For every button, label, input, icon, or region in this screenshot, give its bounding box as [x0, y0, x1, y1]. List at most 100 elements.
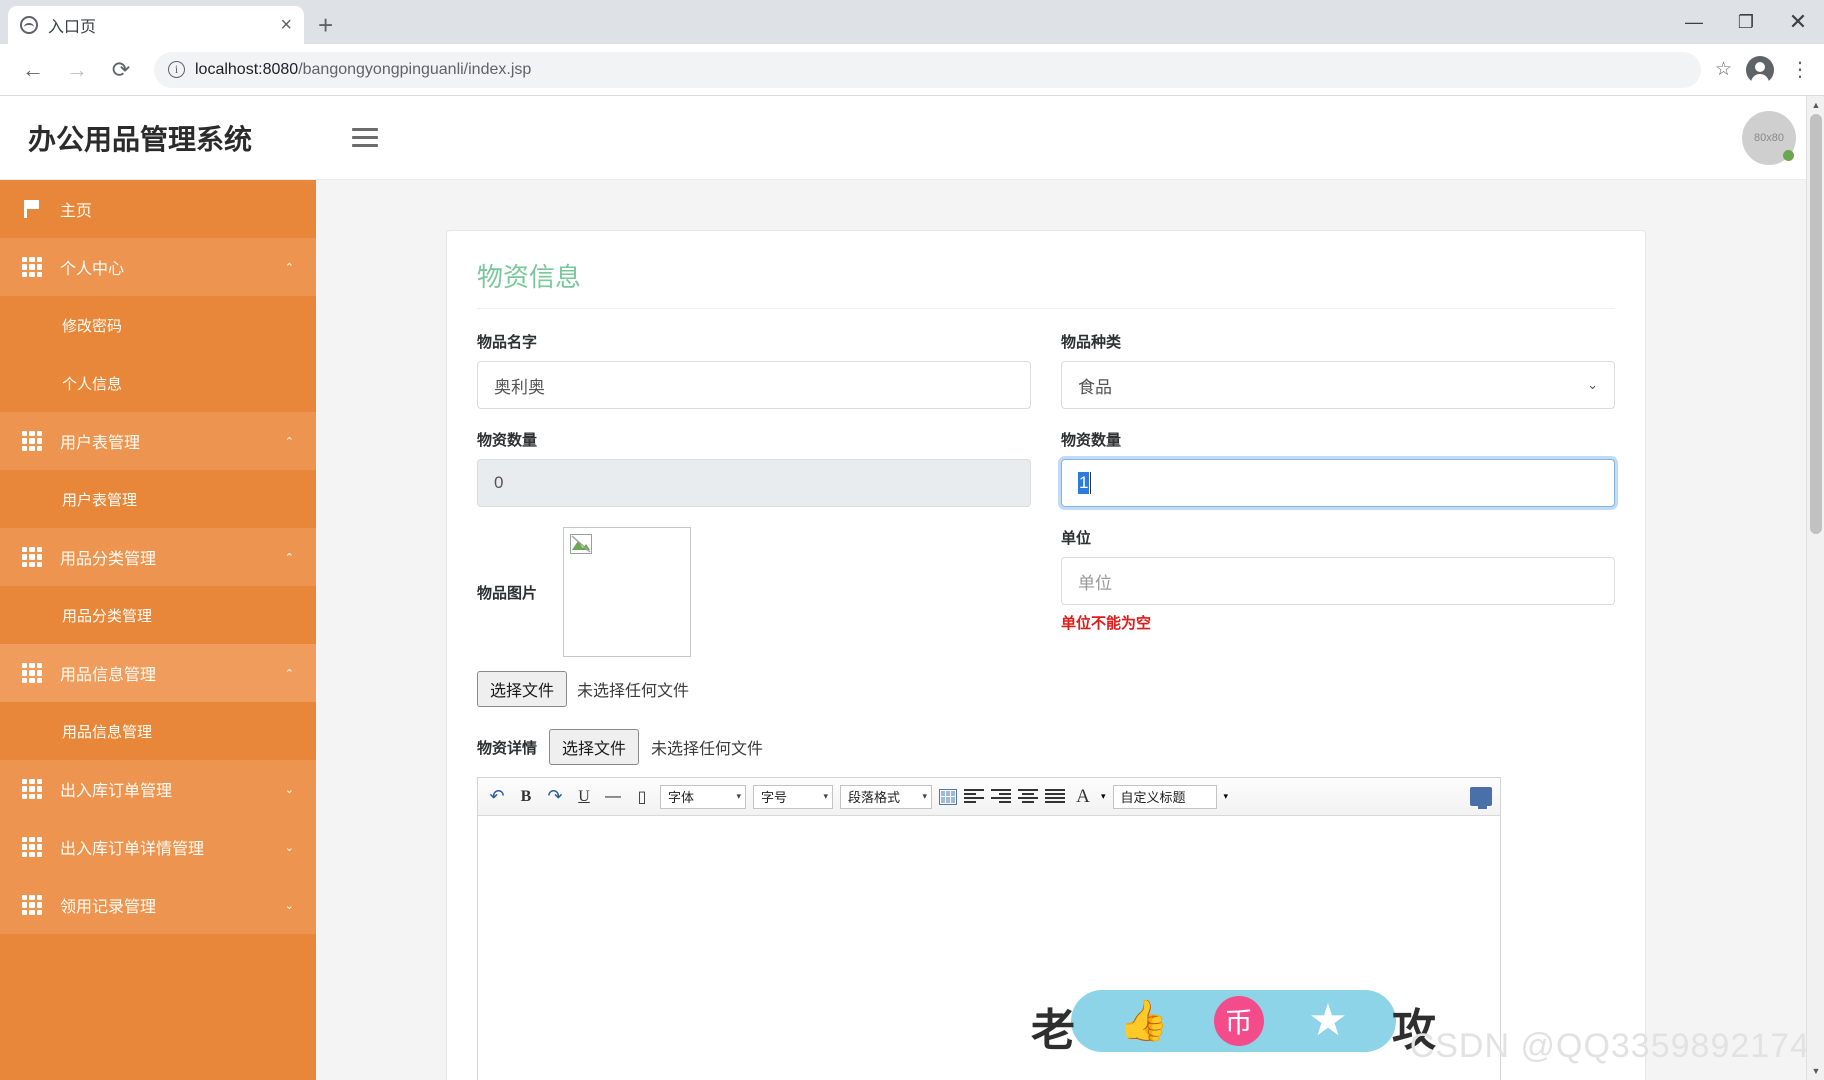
scrollbar-thumb[interactable]	[1810, 114, 1822, 534]
unit-input[interactable]: 单位	[1061, 557, 1615, 605]
detail-file-status-text: 未选择任何文件	[651, 741, 764, 758]
unit-error-message: 单位不能为空	[1061, 615, 1152, 632]
scroll-up-icon[interactable]: ▲	[1807, 96, 1824, 114]
new-tab-button[interactable]: +	[318, 12, 333, 44]
page-scrollbar[interactable]: ▲ ▼	[1806, 96, 1824, 1080]
minimize-icon[interactable]: —	[1668, 0, 1720, 44]
thumbs-up-icon[interactable]: 👍	[1119, 1001, 1169, 1041]
back-icon[interactable]: ←	[14, 51, 52, 89]
hamburger-icon[interactable]	[352, 128, 379, 147]
horizontal-rule-icon[interactable]: —	[602, 785, 624, 809]
url-host: localhost:8080	[195, 60, 299, 78]
sidebar-item-label: 用品分类管理	[60, 551, 157, 568]
field-quantity: 物资数量 1	[1061, 429, 1615, 507]
close-icon[interactable]: ×	[280, 15, 292, 35]
bookmark-star-icon[interactable]: ☆	[1715, 58, 1732, 81]
form-card: 物资信息 物品名字 奥利奥 物资数量 0 物品图片 选择文件 未选择任何文件 物…	[446, 230, 1646, 1080]
fullscreen-icon[interactable]	[1470, 787, 1492, 809]
scroll-down-icon[interactable]: ▼	[1807, 1062, 1824, 1080]
sidebar-item-9[interactable]: 用品信息管理	[0, 702, 316, 760]
sticker-left-text: 老	[1031, 1006, 1075, 1055]
sidebar: 主页 个人中心 ⌃ 修改密码 个人信息 用户表管理 ⌃ 用户表管理 用品分类管理 ⌃ 用品分类管理用…	[0, 180, 316, 1080]
item-name-input[interactable]: 奥利奥	[477, 361, 1031, 409]
info-icon[interactable]: i	[168, 61, 185, 78]
avatar[interactable]: 80x80	[1742, 110, 1796, 165]
field-stock: 物资数量 0	[477, 429, 1031, 507]
font-size-select[interactable]: 字号 ▾	[753, 784, 833, 809]
sidebar-item-10[interactable]: 出入库订单管理 ⌄	[0, 760, 316, 818]
flag-icon	[22, 199, 42, 219]
unit-label: 单位	[1061, 530, 1092, 547]
star-icon[interactable]: ★	[1308, 999, 1347, 1043]
close-window-icon[interactable]: ✕	[1772, 0, 1824, 44]
category-select[interactable]: 食品 ⌄	[1061, 361, 1615, 409]
paragraph-format-select[interactable]: 段落格式 ▾	[840, 784, 932, 809]
avatar-label: 80x80	[1754, 131, 1784, 144]
grid-icon	[22, 431, 42, 451]
profile-avatar-icon[interactable]	[1746, 55, 1774, 85]
detail-label: 物资详情	[477, 739, 538, 757]
page-icon[interactable]: ▯	[631, 785, 653, 809]
online-status-dot	[1783, 149, 1794, 161]
sidebar-item-label: 用品信息管理	[62, 723, 153, 741]
window-controls: — ❐ ✕	[1668, 0, 1824, 44]
font-color-dropdown-icon[interactable]: ▾	[1101, 791, 1106, 802]
sidebar-item-label: 用品分类管理	[62, 607, 153, 625]
sidebar-item-2[interactable]: 修改密码	[0, 296, 316, 354]
chevron-down-icon: ▾	[922, 791, 927, 801]
sidebar-item-0[interactable]: 主页	[0, 180, 316, 238]
address-bar[interactable]: i localhost:8080/bangongyongpinguanli/in…	[154, 51, 1701, 88]
forward-icon[interactable]: →	[58, 51, 96, 89]
align-left-icon[interactable]	[964, 789, 984, 804]
font-family-select[interactable]: 字体 ▾	[660, 784, 746, 809]
chevron-up-icon: ⌃	[284, 551, 294, 564]
font-color-icon[interactable]: A	[1072, 785, 1094, 809]
choose-file-button[interactable]: 选择文件	[477, 671, 568, 707]
text-caret	[1090, 472, 1092, 494]
sidebar-item-4[interactable]: 用户表管理 ⌃	[0, 412, 316, 470]
grid-icon	[22, 895, 42, 915]
insert-table-icon[interactable]	[939, 788, 957, 805]
sidebar-item-6[interactable]: 用品分类管理 ⌃	[0, 528, 316, 586]
item-image-preview	[563, 527, 691, 657]
item-image-file-input[interactable]: 选择文件 未选择任何文件	[477, 671, 1031, 707]
sidebar-item-12[interactable]: 领用记录管理 ⌄	[0, 876, 316, 934]
sidebar-item-8[interactable]: 用品信息管理 ⌃	[0, 644, 316, 702]
sidebar-item-7[interactable]: 用品分类管理	[0, 586, 316, 644]
sidebar-item-5[interactable]: 用户表管理	[0, 470, 316, 528]
app-window: 办公用品管理系统 80x80 主页 个人中心 ⌃ 修改密码 个人信息 用户表管理 ⌃ 用户表管…	[0, 96, 1824, 1080]
quantity-label: 物资数量	[1061, 432, 1122, 449]
custom-title-dropdown-icon[interactable]: ▾	[1224, 791, 1229, 802]
detail-choose-file-button[interactable]: 选择文件	[549, 729, 640, 765]
grid-icon	[22, 547, 42, 567]
quantity-input[interactable]: 1	[1061, 459, 1615, 507]
underline-icon[interactable]: U	[573, 785, 595, 809]
sidebar-item-11[interactable]: 出入库订单详情管理 ⌄	[0, 818, 316, 876]
sidebar-item-label: 出入库订单管理	[60, 783, 173, 800]
chevron-up-icon: ⌃	[284, 435, 294, 448]
align-center-icon[interactable]	[1018, 789, 1038, 804]
reload-icon[interactable]: ⟳	[102, 51, 140, 89]
bold-icon[interactable]: B	[515, 785, 537, 809]
maximize-icon[interactable]: ❐	[1720, 0, 1772, 44]
stock-input[interactable]: 0	[477, 459, 1031, 507]
custom-title-select[interactable]: 自定义标题	[1112, 784, 1217, 809]
card-title: 物资信息	[477, 257, 1615, 309]
coin-icon[interactable]: 币	[1213, 996, 1264, 1046]
undo-icon[interactable]: ↶	[486, 785, 508, 809]
sidebar-item-3[interactable]: 个人信息	[0, 354, 316, 412]
redo-icon[interactable]: ↷	[544, 785, 566, 809]
sidebar-item-label: 主页	[60, 203, 93, 220]
menu-kebab-icon[interactable]: ⋮	[1790, 57, 1810, 82]
chevron-down-icon: ▾	[736, 791, 741, 801]
page-title: 办公用品管理系统	[28, 123, 253, 155]
align-justify-icon[interactable]	[1045, 789, 1065, 804]
item-image-label: 物品图片	[477, 584, 538, 602]
sidebar-item-label: 领用记录管理	[60, 899, 157, 916]
custom-title-value: 自定义标题	[1120, 790, 1186, 805]
sidebar-item-1[interactable]: 个人中心 ⌃	[0, 238, 316, 296]
browser-tab[interactable]: 入口页 ×	[8, 6, 304, 44]
field-item-name: 物品名字 奥利奥	[477, 331, 1031, 409]
category-label: 物品种类	[1061, 334, 1122, 351]
align-right-icon[interactable]	[991, 789, 1011, 804]
